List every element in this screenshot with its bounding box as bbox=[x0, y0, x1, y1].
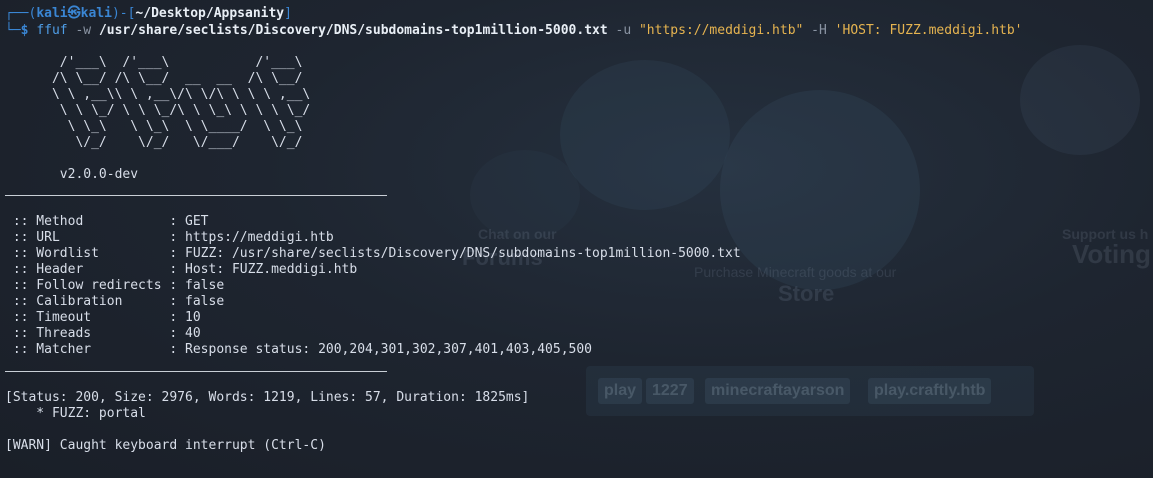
config-line: :: Matcher : Response status: 200,204,30… bbox=[5, 342, 592, 357]
command-wordlist: /usr/share/seclists/Discovery/DNS/subdom… bbox=[98, 23, 608, 38]
config-line: :: Method : GET bbox=[5, 214, 209, 229]
prompt-dollar: $ bbox=[20, 23, 37, 38]
config-line: :: Follow redirects : false bbox=[5, 278, 225, 293]
prompt-frame: └─ bbox=[5, 23, 21, 38]
prompt-frame: )-[ bbox=[111, 6, 136, 21]
divider bbox=[5, 371, 387, 372]
banner-art-line: \ \_\ \ \_\ \ \____/ \ \_\ bbox=[5, 119, 358, 134]
terminal-output[interactable]: ┌──(kali㉿kali)-[~/Desktop/Appsanity] └─$… bbox=[0, 0, 1153, 478]
config-line: :: Header : Host: FUZZ.meddigi.htb bbox=[5, 262, 358, 277]
banner-art-line: \/_/ \/_/ \/___/ \/_/ bbox=[5, 135, 358, 150]
command-flag: -H bbox=[803, 23, 835, 38]
banner-art-line: \ \ ,__\\ \ ,__\/\ \/\ \ \ \ ,__\ bbox=[5, 87, 358, 102]
config-line: :: Wordlist : FUZZ: /usr/share/seclists/… bbox=[5, 246, 741, 261]
config-line: :: Calibration : false bbox=[5, 294, 225, 309]
config-line: :: URL : https://meddigi.htb bbox=[5, 230, 334, 245]
command-flag: -w bbox=[67, 23, 99, 38]
command-line[interactable]: └─$ ffuf -w /usr/share/seclists/Discover… bbox=[5, 23, 1023, 39]
banner-art-line: /\ \__/ /\ \__/ __ __ /\ \__/ bbox=[5, 71, 358, 86]
prompt-frame: ┌──( bbox=[5, 6, 37, 21]
banner-art-line: /'___\ /'___\ /'___\ bbox=[5, 55, 358, 70]
command-program: ffuf bbox=[36, 23, 68, 38]
warning-line: [WARN] Caught keyboard interrupt (Ctrl-C… bbox=[5, 438, 326, 453]
prompt-user: kali㉿kali bbox=[36, 6, 112, 21]
command-url: "https://meddigi.htb" bbox=[638, 23, 804, 38]
config-line: :: Threads : 40 bbox=[5, 326, 201, 341]
prompt-cwd: ~/Desktop/Appsanity bbox=[135, 6, 285, 21]
prompt-frame: ] bbox=[284, 6, 292, 21]
result-fuzz-line: * FUZZ: portal bbox=[5, 406, 146, 421]
prompt-header: ┌──(kali㉿kali)-[~/Desktop/Appsanity] bbox=[5, 6, 292, 22]
config-line: :: Timeout : 10 bbox=[5, 310, 201, 325]
version-text: v2.0.0-dev bbox=[5, 167, 139, 182]
command-header: 'HOST: FUZZ.meddigi.htb' bbox=[834, 23, 1023, 38]
result-status-line: [Status: 200, Size: 2976, Words: 1219, L… bbox=[5, 390, 530, 405]
divider bbox=[5, 195, 387, 196]
command-flag: -u bbox=[607, 23, 639, 38]
terminal-window[interactable]: Chat on our Forums Support us h Voting P… bbox=[0, 0, 1153, 478]
banner-art-line: \ \ \_/ \ \ \_/\ \ \_\ \ \ \ \_/ bbox=[5, 103, 358, 118]
